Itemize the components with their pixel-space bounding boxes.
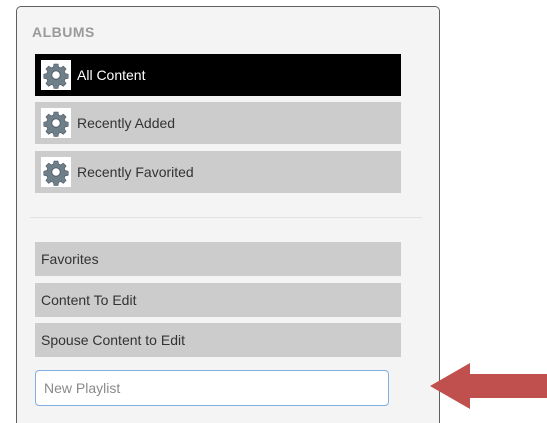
playlist-item-favorites[interactable]: Favorites	[35, 242, 401, 276]
playlist-item-spouse-content-to-edit[interactable]: Spouse Content to Edit	[35, 323, 401, 357]
gear-icon	[41, 108, 71, 138]
playlist-item-label: Favorites	[41, 251, 99, 267]
playlist-item-content-to-edit[interactable]: Content To Edit	[35, 283, 401, 317]
album-item-label: Recently Added	[77, 115, 176, 131]
album-item-label: All Content	[77, 67, 146, 83]
gear-icon	[41, 157, 71, 187]
albums-heading: ALBUMS	[32, 24, 95, 40]
gear-icon	[41, 60, 71, 90]
divider	[30, 217, 422, 218]
album-item-label: Recently Favorited	[77, 164, 194, 180]
new-playlist-input[interactable]	[35, 370, 389, 406]
album-item-all-content[interactable]: All Content	[35, 54, 401, 96]
playlist-item-label: Spouse Content to Edit	[41, 332, 185, 348]
page: ALBUMS All Content Recently Added Recent…	[0, 0, 547, 423]
album-item-recently-favorited[interactable]: Recently Favorited	[35, 151, 401, 193]
playlist-item-label: Content To Edit	[41, 292, 137, 308]
red-arrow-left-icon	[430, 363, 547, 409]
album-item-recently-added[interactable]: Recently Added	[35, 102, 401, 144]
